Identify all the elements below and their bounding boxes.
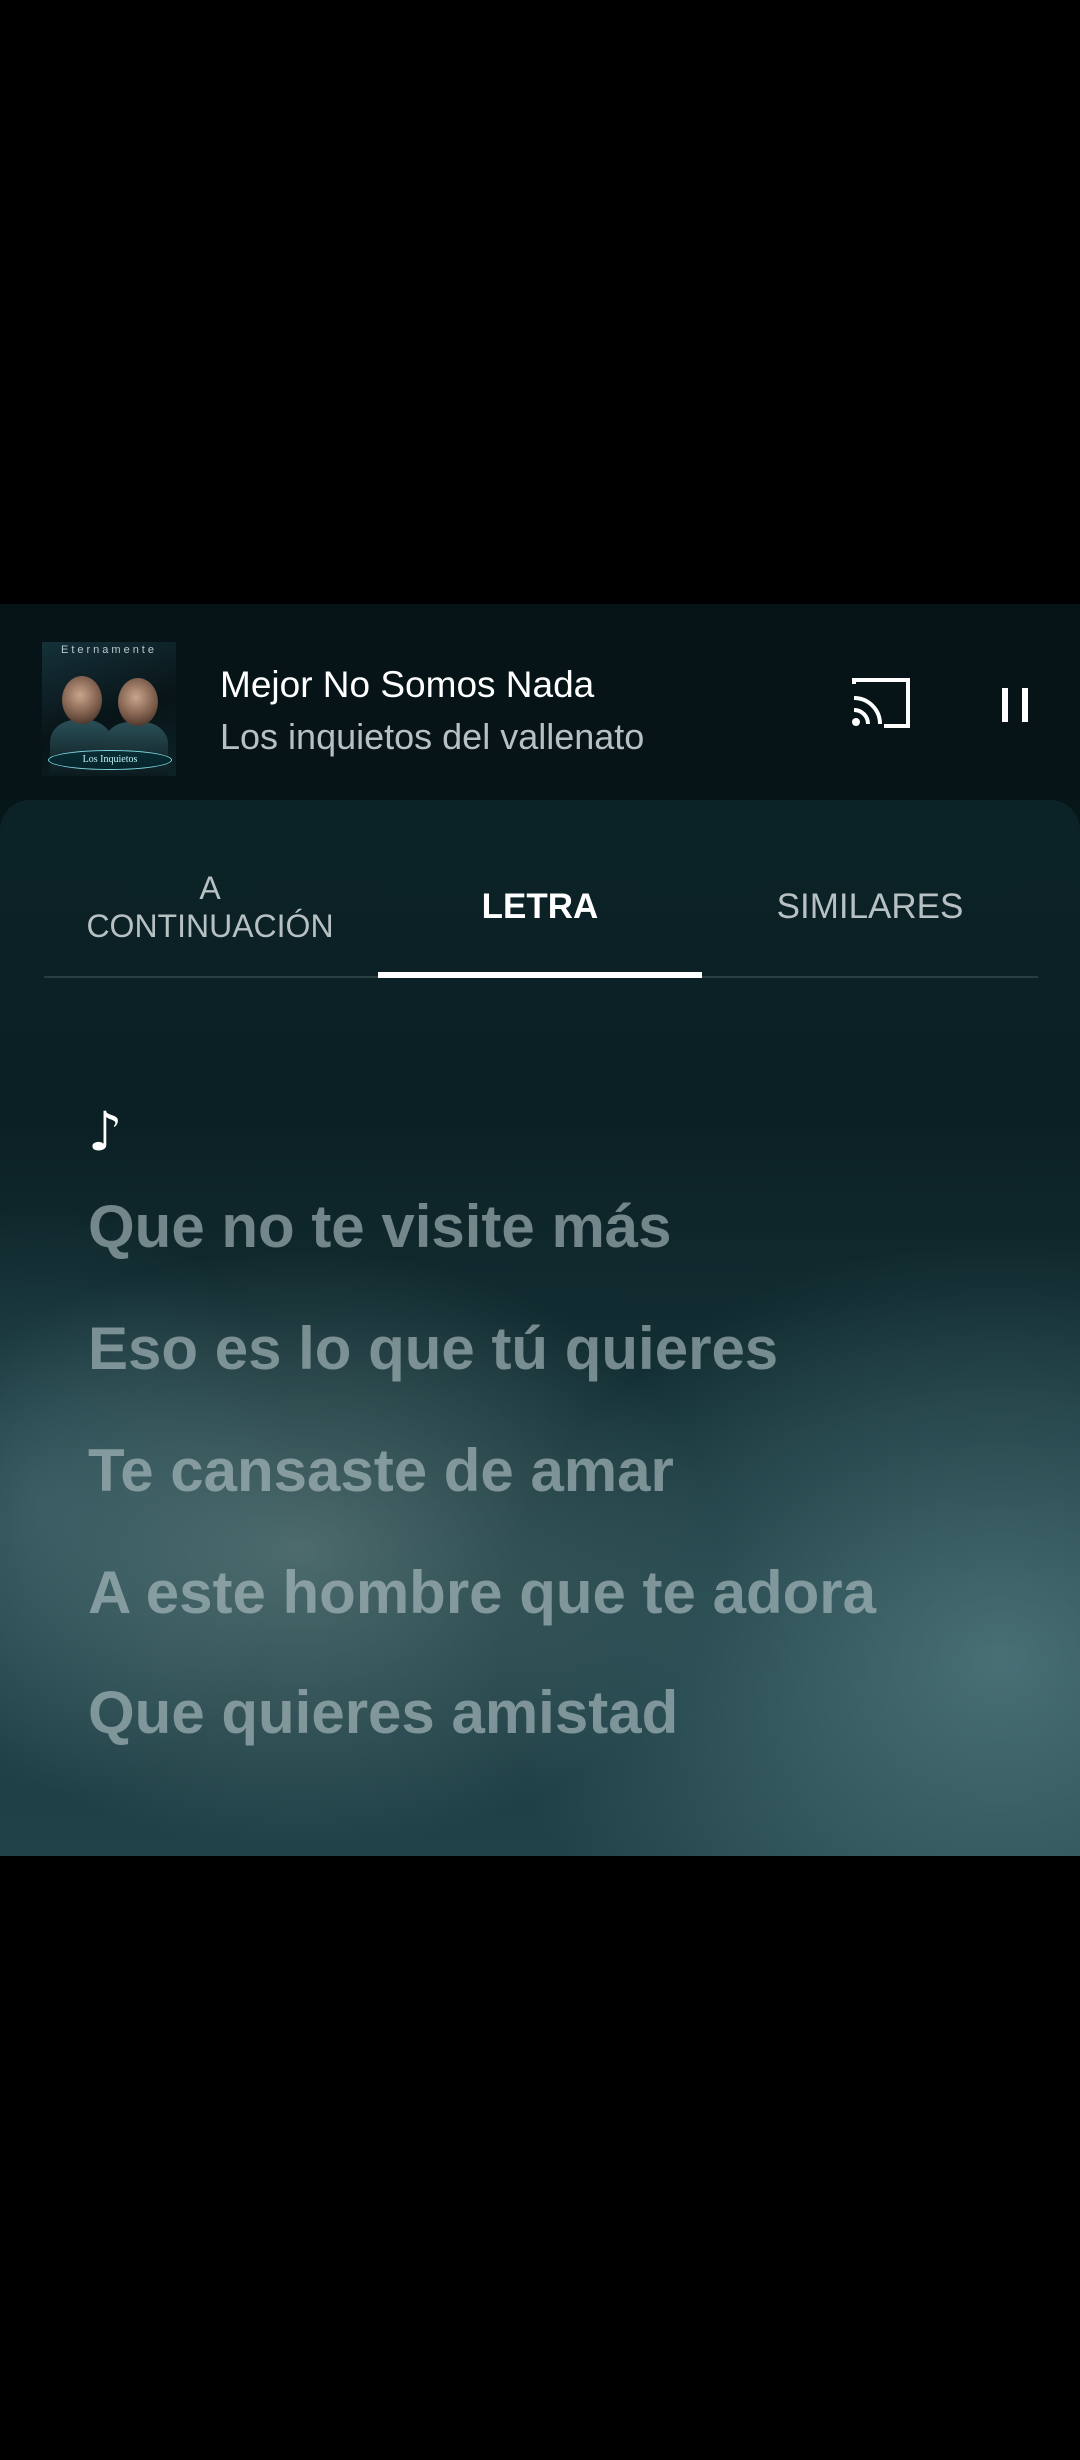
- pause-button[interactable]: [988, 680, 1042, 728]
- tab-lyrics[interactable]: LETRA: [378, 840, 702, 974]
- music-note-icon: ♪: [88, 1100, 123, 1163]
- tab-lyrics-label: LETRA: [481, 887, 599, 926]
- player-panel: Eternamente Los Inquietos Mejor No Somos…: [0, 604, 1080, 1856]
- tab-up-next-label: A CONTINUACIÓN: [86, 870, 334, 944]
- screen: Eternamente Los Inquietos Mejor No Somos…: [0, 0, 1080, 2460]
- lyrics-sheet: A CONTINUACIÓN LETRA SIMILARES ♪ Que no …: [0, 800, 1080, 1856]
- tab-up-next[interactable]: A CONTINUACIÓN: [44, 840, 376, 974]
- tab-related[interactable]: SIMILARES: [702, 840, 1038, 974]
- lyric-line: Te cansaste de amar: [88, 1437, 674, 1504]
- lyric-line: A este hombre que te adora: [88, 1559, 876, 1626]
- lyric-line: Que no te visite más: [88, 1193, 672, 1260]
- cast-button[interactable]: [850, 676, 914, 732]
- tab-selected-indicator: [378, 972, 702, 978]
- now-playing-bar[interactable]: Eternamente Los Inquietos Mejor No Somos…: [0, 604, 1080, 800]
- cast-icon: [852, 678, 910, 728]
- album-art-caption: Eternamente: [61, 644, 157, 656]
- album-art[interactable]: Eternamente Los Inquietos: [42, 642, 176, 776]
- lyric-line: Eso es lo que tú quieres: [88, 1315, 779, 1382]
- album-art-face-right: [118, 678, 158, 726]
- song-artist[interactable]: Los inquietos del vallenato: [220, 716, 644, 758]
- tab-related-label: SIMILARES: [776, 887, 964, 926]
- lyric-line: Que quieres amistad: [88, 1679, 679, 1746]
- song-title[interactable]: Mejor No Somos Nada: [220, 664, 594, 706]
- tab-bar: A CONTINUACIÓN LETRA SIMILARES: [44, 840, 1038, 978]
- album-art-face-left: [62, 676, 102, 724]
- album-art-logo: Los Inquietos: [48, 750, 172, 770]
